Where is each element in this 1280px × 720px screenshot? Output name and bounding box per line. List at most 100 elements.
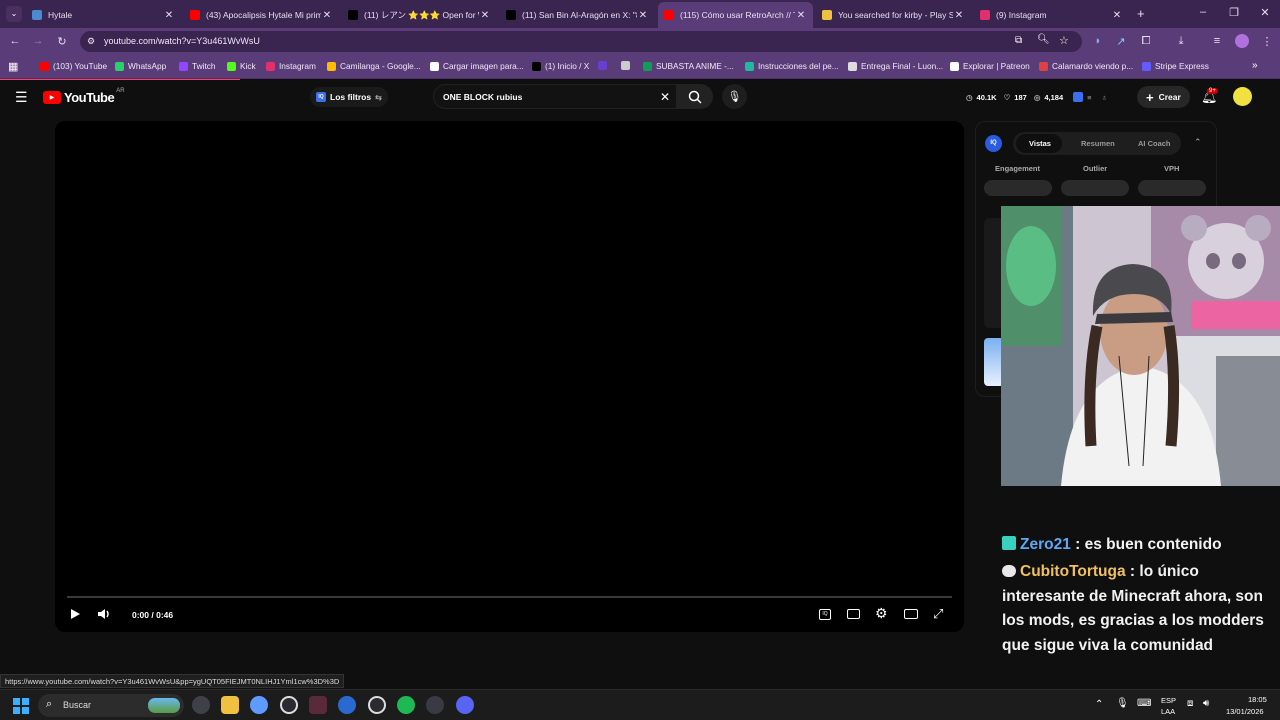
browser-tab[interactable]: You searched for kirby - Play Sn ✕: [816, 2, 971, 28]
iq-small-icon[interactable]: [1073, 92, 1084, 102]
fullscreen-icon[interactable]: ⤢: [933, 606, 943, 622]
browser-tab[interactable]: (43) Apocalipsis Hytale Mi primer ✕: [184, 2, 339, 28]
bookmark-item[interactable]: Cargar imagen para...: [430, 61, 524, 71]
download-icon[interactable]: ⤓: [1174, 35, 1188, 48]
windows-start-icon[interactable]: [13, 698, 29, 714]
clear-search-icon[interactable]: ✕: [660, 90, 670, 104]
create-button[interactable]: + Crear: [1137, 86, 1190, 108]
bookmark-item[interactable]: Instrucciones del pe...: [745, 61, 839, 71]
media-control-icon[interactable]: ≡: [1210, 35, 1224, 47]
more-bookmarks-icon[interactable]: »: [1252, 60, 1258, 71]
extensions-icon[interactable]: ⧠: [1139, 35, 1153, 48]
tab-vistas[interactable]: Vistas: [1029, 139, 1051, 148]
keyboard-icon[interactable]: ⌨: [1137, 698, 1151, 709]
youtube-logo-text: YouTube: [64, 90, 115, 105]
subtitles-icon[interactable]: [847, 609, 860, 619]
bookmark-item[interactable]: [621, 61, 634, 70]
zoom-icon[interactable]: 🔍︎: [1037, 34, 1050, 45]
iq-player-icon[interactable]: IQ: [819, 609, 831, 620]
minimize-icon[interactable]: –: [1196, 6, 1210, 18]
settings-icon[interactable]: ⚙: [875, 605, 888, 622]
bookmark-star-icon[interactable]: ☆: [1059, 34, 1069, 47]
theater-mode-icon[interactable]: [904, 609, 918, 619]
youtube-logo[interactable]: ▶ YouTube AR: [43, 88, 125, 105]
bookmark-item[interactable]: (103) YouTube: [40, 61, 107, 71]
restore-icon[interactable]: ❐: [1227, 6, 1241, 19]
voice-search-button[interactable]: 🎙︎: [722, 84, 747, 109]
play-icon[interactable]: [69, 608, 81, 623]
browser-tab[interactable]: (11) San Bin Al-Aragón en X: "8 ✕: [500, 2, 655, 28]
collapse-chevron-icon[interactable]: ⌃: [1194, 137, 1202, 148]
close-tab-icon[interactable]: ✕: [1111, 10, 1123, 21]
browser-tab[interactable]: (9) Instagram ✕: [974, 2, 1129, 28]
user-avatar[interactable]: [1233, 87, 1252, 106]
speaker-icon[interactable]: 🔊︎: [1203, 698, 1209, 709]
bookmark-item[interactable]: (1) Inicio / X: [532, 61, 589, 71]
close-tab-icon[interactable]: ✕: [163, 10, 175, 21]
filters-button[interactable]: IQ Los filtros ⇆: [310, 87, 388, 107]
bookmark-item[interactable]: [598, 61, 611, 70]
bookmark-item[interactable]: Stripe Express: [1142, 61, 1209, 71]
browser-tab[interactable]: (115) Cómo usar RetroArch // T ✕: [658, 2, 813, 28]
close-tab-icon[interactable]: ✕: [479, 10, 491, 21]
bulb-icon[interactable]: ♁: [1102, 93, 1108, 102]
bookmark-item[interactable]: Kick: [227, 61, 256, 71]
clock-time[interactable]: 18:05: [1248, 695, 1267, 704]
steam-app-icon-2[interactable]: [368, 696, 386, 714]
bookmark-item[interactable]: SUBASTA ANIME -...: [643, 61, 734, 71]
address-bar[interactable]: ⚙ youtube.com/watch?v=Y3u461WvWsU ⧉ 🔍︎ ☆: [80, 31, 1082, 52]
chrome-app-icon[interactable]: [250, 696, 268, 714]
browser-tab[interactable]: Hytale ✕: [26, 2, 181, 28]
menu-kebab-icon[interactable]: ⋮: [1260, 35, 1274, 48]
search-box[interactable]: ONE BLOCK rubius ✕: [433, 84, 677, 109]
status-url-bubble: https://www.youtube.com/watch?v=Y3u461Wv…: [0, 674, 345, 688]
tab-resumen[interactable]: Resumen: [1081, 139, 1115, 148]
forward-icon[interactable]: →: [31, 35, 45, 47]
steam-app-icon[interactable]: [280, 696, 298, 714]
language-code[interactable]: ESP: [1161, 696, 1176, 705]
close-window-icon[interactable]: ✕: [1258, 6, 1272, 19]
profile-avatar[interactable]: [1235, 34, 1249, 48]
tray-overflow-icon[interactable]: ⌃: [1095, 699, 1103, 710]
close-tab-icon[interactable]: ✕: [953, 10, 965, 21]
back-icon[interactable]: ←: [8, 35, 22, 47]
bookmark-item[interactable]: Instagram: [266, 61, 316, 71]
hamburger-menu-icon[interactable]: ☰: [15, 89, 28, 106]
taskbar-search[interactable]: ⌕ Buscar: [38, 694, 184, 717]
extension-icon-1[interactable]: ◗: [1091, 35, 1105, 47]
discord-app-icon[interactable]: [456, 696, 474, 714]
edge-app-icon[interactable]: [338, 696, 356, 714]
volume-icon[interactable]: [97, 607, 111, 624]
bookmark-item[interactable]: Explorar | Patreon: [950, 61, 1030, 71]
apps-grid-icon[interactable]: ▦: [8, 60, 18, 73]
bookmark-item[interactable]: Twitch: [179, 61, 216, 71]
close-tab-icon[interactable]: ✕: [795, 10, 807, 21]
search-input[interactable]: ONE BLOCK rubius: [443, 92, 522, 102]
extension-icon-2[interactable]: ↗: [1114, 35, 1128, 48]
bookmark-item[interactable]: Entrega Final - Luon...: [848, 61, 943, 71]
file-explorer-icon[interactable]: [221, 696, 239, 714]
network-icon[interactable]: ⧈: [1187, 698, 1193, 709]
microphone-tray-icon[interactable]: 🎙︎: [1116, 698, 1129, 709]
list-icon[interactable]: ≡: [1087, 93, 1091, 102]
close-tab-icon[interactable]: ✕: [637, 10, 649, 21]
site-info-icon[interactable]: ⚙: [87, 36, 95, 47]
bookmark-item[interactable]: Camilanga - Google...: [327, 61, 421, 71]
browser-tab[interactable]: (11) レアン ⭐⭐⭐ Open for Wo ✕: [342, 2, 497, 28]
bookmark-label: Entrega Final - Luon...: [861, 61, 944, 71]
copilot-app-icon[interactable]: [192, 696, 210, 714]
video-player[interactable]: 0:00 / 0:46 IQ ⚙ ⤢: [55, 121, 964, 632]
new-tab-button[interactable]: +: [1137, 6, 1145, 21]
cast-icon[interactable]: ⧉: [1015, 35, 1022, 46]
video-progress-bar[interactable]: [67, 596, 952, 598]
spotify-app-icon[interactable]: [397, 696, 415, 714]
tab-ai-coach[interactable]: AI Coach: [1138, 139, 1171, 148]
bookmark-item[interactable]: WhatsApp: [115, 61, 166, 71]
search-button[interactable]: [677, 84, 713, 109]
bookmark-item[interactable]: Calamardo viendo p...: [1039, 61, 1133, 71]
obs-app-icon[interactable]: [309, 696, 327, 714]
tab-search-icon[interactable]: ⌄: [6, 6, 22, 22]
app-icon-misc[interactable]: [426, 696, 444, 714]
reload-icon[interactable]: ↻: [55, 35, 69, 48]
close-tab-icon[interactable]: ✕: [321, 10, 333, 21]
